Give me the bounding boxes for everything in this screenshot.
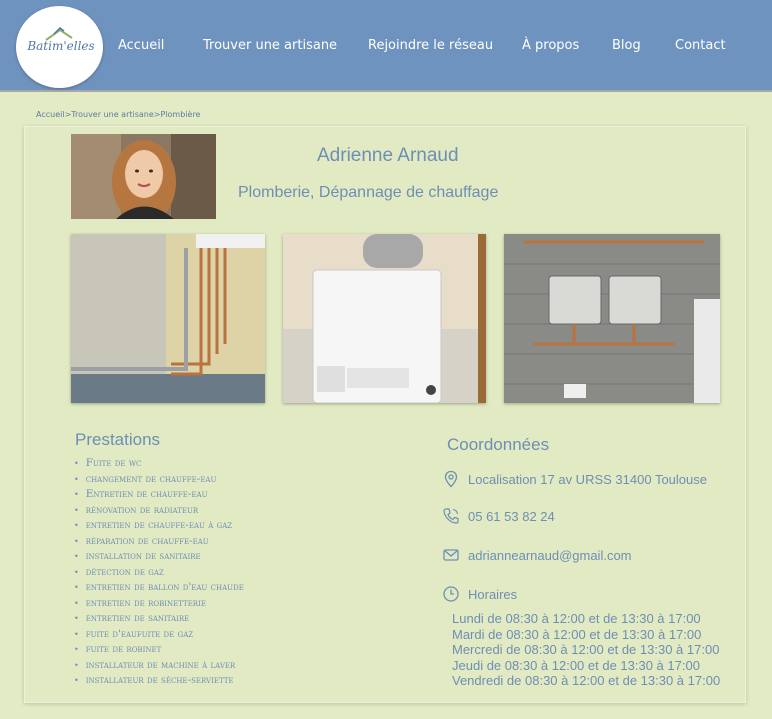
nav-a-propos[interactable]: À propos <box>522 38 579 53</box>
prestation-item: réparation de chauffe-eau <box>74 534 244 550</box>
hours-list: Lundi de 08:30 à 12:00 et de 13:30 à 17:… <box>452 611 720 689</box>
prestation-item: installateur de machine à laver <box>74 658 244 674</box>
mail-icon <box>443 549 459 561</box>
portrait-image <box>71 134 216 219</box>
gallery-photo-boiler[interactable] <box>283 234 486 403</box>
wall-equipment-photo <box>504 234 720 403</box>
nav-trouver-artisane[interactable]: Trouver une artisane <box>203 38 337 53</box>
hours-label: Horaires <box>468 587 518 602</box>
email-address[interactable]: adriannearnaud@gmail.com <box>468 548 632 563</box>
nav-rejoindre-reseau[interactable]: Rejoindre le réseau <box>368 38 493 53</box>
hours-item: Mercredi de 08:30 à 12:00 et de 13:30 à … <box>452 642 720 657</box>
prestations-title: Prestations <box>75 430 161 449</box>
profile-portrait <box>71 134 216 219</box>
breadcrumb: Accueil>Trouver une artisane>Plombière <box>36 110 200 119</box>
prestation-item: entretien de ballon d'eau chaude <box>74 580 244 596</box>
hours-item: Jeudi de 08:30 à 12:00 et de 13:30 à 17:… <box>452 657 700 673</box>
prestation-item: Entretien de chauffe-eau <box>74 487 244 503</box>
boiler-photo <box>283 234 486 403</box>
top-navbar: Batim'elles Accueil Trouver une artisane… <box>0 0 772 92</box>
location-icon <box>444 470 458 488</box>
copper-pipes-photo <box>71 234 265 403</box>
prestation-item: installation de sanitaire <box>74 549 244 565</box>
artisan-name: Adrienne Arnaud <box>317 145 459 166</box>
prestation-item: fuite d'eaufuite de gaz <box>74 627 244 643</box>
hours-item: Mardi de 08:30 à 12:00 et de 13:30 à 17:… <box>452 626 702 642</box>
hours-item: Vendredi de 08:30 à 12:00 et de 13:30 à … <box>452 673 721 688</box>
coordonnees-title: Coordonnées <box>447 435 550 454</box>
artisan-profession: Plomberie, Dépannage de chauffage <box>238 184 499 201</box>
breadcrumb-home[interactable]: Accueil <box>36 110 65 119</box>
prestation-item: changement de chauffe-eau <box>74 472 244 488</box>
clock-icon <box>443 586 459 602</box>
prestation-item: Fuite de wc <box>74 456 244 472</box>
prestation-item: rénovation de radiateur <box>74 503 244 519</box>
phone-icon <box>443 508 459 524</box>
prestation-item: fuite de robinet <box>74 642 244 658</box>
location-text: Localisation 17 av URSS 31400 Toulouse <box>468 472 707 487</box>
hours-item: Lundi de 08:30 à 12:00 et de 13:30 à 17:… <box>452 611 701 626</box>
breadcrumb-find[interactable]: Trouver une artisane <box>71 110 154 119</box>
nav-contact[interactable]: Contact <box>675 38 726 53</box>
prestation-item: installateur de sèche-serviette <box>74 673 244 689</box>
prestations-list: Fuite de wc changement de chauffe-eau En… <box>74 456 244 689</box>
prestation-item: détection de gaz <box>74 565 244 581</box>
nav-blog[interactable]: Blog <box>612 38 641 53</box>
logo-text: Batim'elles <box>27 39 95 53</box>
gallery-photo-pipes[interactable] <box>71 234 265 403</box>
prestation-item: entretien de chauffe-eau à gaz <box>74 518 244 534</box>
gallery-photo-equipment[interactable] <box>504 234 720 403</box>
prestation-item: entretien de sanitaire <box>74 611 244 627</box>
nav-accueil[interactable]: Accueil <box>118 38 164 53</box>
phone-number[interactable]: 05 61 53 82 24 <box>468 509 555 524</box>
breadcrumb-current: Plombière <box>160 110 201 119</box>
site-logo[interactable]: Batim'elles <box>16 6 103 88</box>
prestation-item: entretien de robinetterie <box>74 596 244 612</box>
